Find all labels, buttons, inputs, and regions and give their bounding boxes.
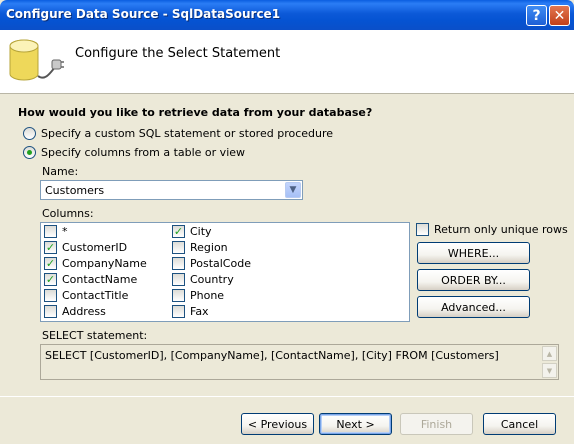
finish-button[interactable]: Finish — [400, 413, 473, 435]
title-bar[interactable]: Configure Data Source - SqlDataSource1 ?… — [0, 0, 574, 30]
column-checkbox-customerid[interactable]: ✓ CustomerID — [44, 241, 127, 254]
order-by-button[interactable]: ORDER BY... — [417, 269, 530, 291]
help-button[interactable]: ? — [526, 5, 547, 26]
previous-button[interactable]: < Previous — [241, 413, 314, 435]
column-checkbox-contacttitle[interactable]: ContactTitle — [44, 289, 128, 302]
columns-list[interactable]: * ✓ CustomerID ✓ CompanyName ✓ ContactNa… — [40, 222, 410, 322]
column-checkbox-postalcode[interactable]: PostalCode — [172, 257, 251, 270]
radio-selected-dot — [27, 150, 32, 155]
configure-data-source-dialog: Configure Data Source - SqlDataSource1 ?… — [0, 0, 574, 444]
column-label: Country — [190, 273, 234, 286]
unique-rows-checkbox[interactable]: Return only unique rows — [416, 223, 568, 236]
scroll-up-icon[interactable]: ▲ — [542, 346, 557, 361]
column-label: City — [190, 225, 212, 238]
checkbox[interactable] — [44, 225, 57, 238]
cancel-button[interactable]: Cancel — [483, 413, 556, 435]
column-checkbox-phone[interactable]: Phone — [172, 289, 224, 302]
next-button[interactable]: Next > — [319, 413, 392, 435]
radio-table-columns[interactable]: Specify columns from a table or view — [23, 146, 245, 159]
scrollbar[interactable]: ▲ ▼ — [542, 346, 557, 378]
close-icon: ✕ — [553, 7, 566, 24]
column-label: CustomerID — [62, 241, 128, 254]
checkbox[interactable] — [172, 257, 185, 270]
column-label: Fax — [190, 305, 209, 318]
checkbox[interactable]: ✓ — [44, 273, 57, 286]
column-label: Region — [190, 241, 228, 254]
select-statement-box[interactable]: SELECT [CustomerID], [CompanyName], [Con… — [40, 344, 559, 380]
column-checkbox-star[interactable]: * — [44, 225, 68, 238]
where-button[interactable]: WHERE... — [417, 242, 530, 264]
column-checkbox-address[interactable]: Address — [44, 305, 106, 318]
chevron-down-icon[interactable]: ▼ — [285, 182, 301, 198]
select-statement-label: SELECT statement: — [42, 329, 148, 342]
column-label: ContactTitle — [62, 289, 129, 302]
checkbox[interactable]: ✓ — [172, 225, 185, 238]
checkbox[interactable]: ✓ — [44, 257, 57, 270]
checkbox[interactable] — [44, 305, 57, 318]
select-statement-text: SELECT [CustomerID], [CompanyName], [Con… — [45, 349, 499, 362]
checkbox[interactable] — [172, 305, 185, 318]
table-name-select[interactable]: Customers ▼ — [40, 180, 303, 200]
column-label: * — [62, 225, 68, 238]
footer-divider — [0, 396, 574, 397]
name-label: Name: — [42, 165, 79, 178]
column-checkbox-region[interactable]: Region — [172, 241, 228, 254]
columns-label: Columns: — [42, 207, 94, 220]
radio-custom-sql-label: Specify a custom SQL statement or stored… — [41, 127, 334, 140]
window-title: Configure Data Source - SqlDataSource1 — [6, 7, 281, 21]
column-label: ContactName — [62, 273, 138, 286]
checkbox[interactable] — [172, 241, 185, 254]
advanced-button[interactable]: Advanced... — [417, 296, 530, 318]
help-icon: ? — [532, 7, 541, 24]
checkbox[interactable] — [44, 289, 57, 302]
column-checkbox-companyname[interactable]: ✓ CompanyName — [44, 257, 147, 270]
column-checkbox-city[interactable]: ✓ City — [172, 225, 212, 238]
close-button[interactable]: ✕ — [549, 5, 570, 26]
unique-rows-label: Return only unique rows — [434, 223, 568, 236]
column-checkbox-fax[interactable]: Fax — [172, 305, 209, 318]
radio-button[interactable] — [23, 146, 36, 159]
column-checkbox-country[interactable]: Country — [172, 273, 234, 286]
column-checkbox-contactname[interactable]: ✓ ContactName — [44, 273, 137, 286]
checkbox[interactable] — [172, 273, 185, 286]
radio-custom-sql[interactable]: Specify a custom SQL statement or stored… — [23, 127, 333, 140]
table-name-value: Customers — [45, 184, 105, 197]
database-plug-icon — [9, 39, 64, 81]
checkbox[interactable] — [416, 223, 429, 236]
checkbox[interactable]: ✓ — [44, 241, 57, 254]
wizard-step-title: Configure the Select Statement — [75, 46, 281, 61]
scroll-down-icon[interactable]: ▼ — [542, 363, 557, 378]
column-label: Address — [62, 305, 106, 318]
retrieval-question: How would you like to retrieve data from… — [18, 106, 373, 119]
checkbox[interactable] — [172, 289, 185, 302]
radio-table-columns-label: Specify columns from a table or view — [41, 146, 246, 159]
column-label: CompanyName — [62, 257, 147, 270]
wizard-header: Configure the Select Statement — [0, 30, 574, 94]
column-label: PostalCode — [190, 257, 251, 270]
column-label: Phone — [190, 289, 225, 302]
radio-button[interactable] — [23, 127, 36, 140]
